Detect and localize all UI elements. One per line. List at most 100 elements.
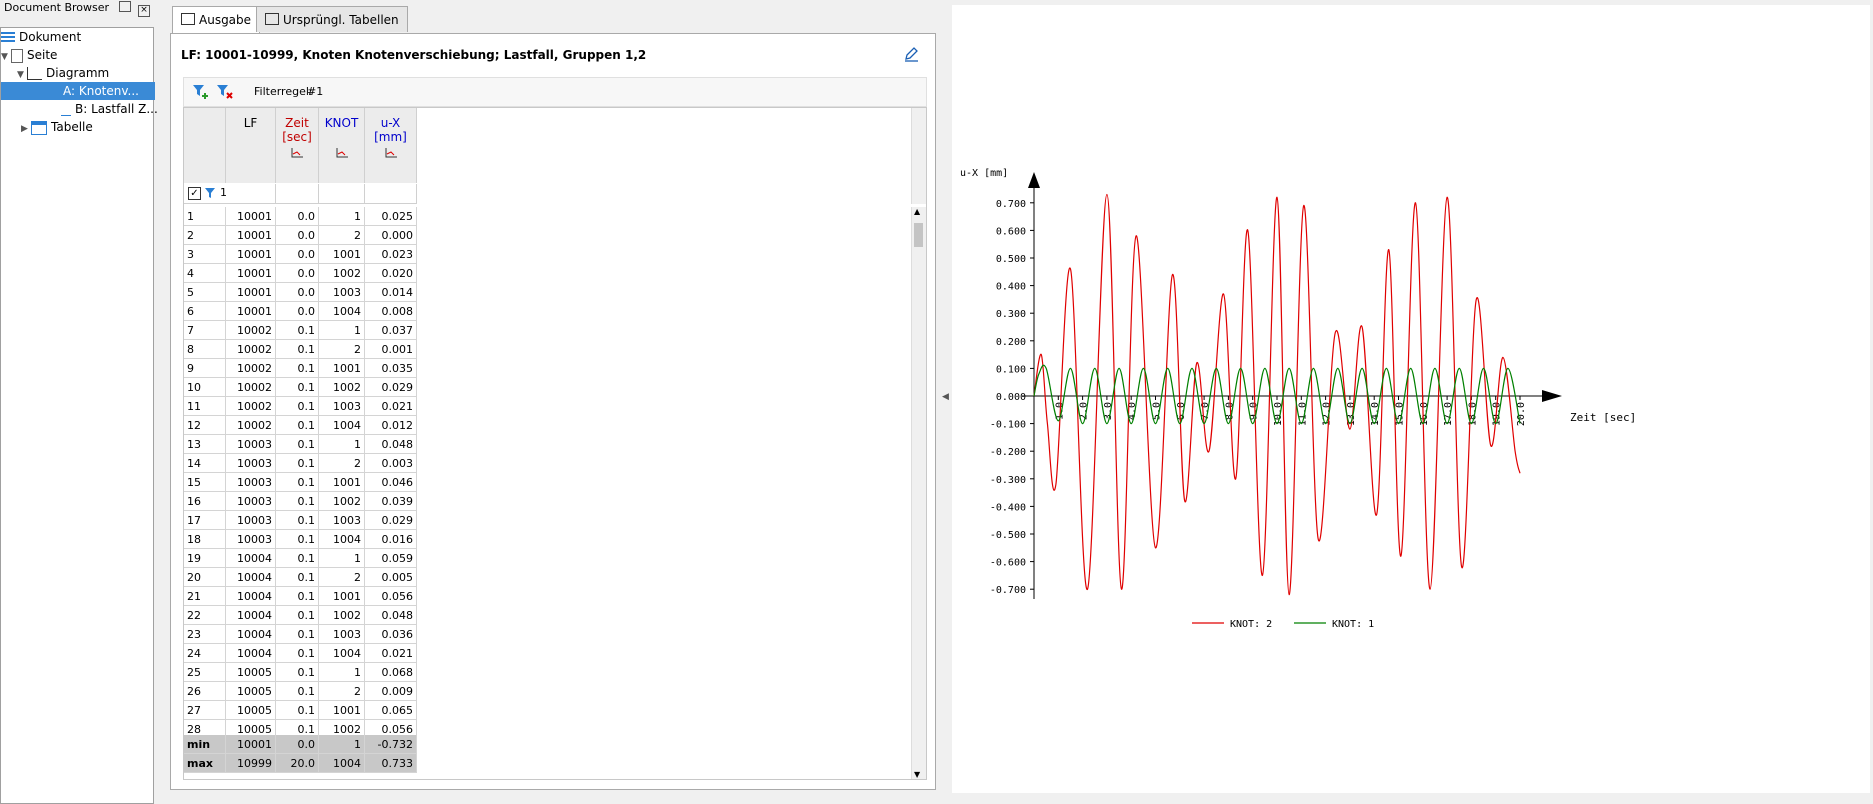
- tab-urspruengl-tabellen[interactable]: Ursprüngl. Tabellen: [256, 6, 408, 32]
- ux-cell[interactable]: 0.059: [365, 549, 417, 568]
- knot-cell[interactable]: 2: [319, 682, 365, 701]
- knot-cell[interactable]: 1004: [319, 302, 365, 321]
- zeit-cell[interactable]: 0.1: [276, 397, 319, 416]
- knot-cell[interactable]: 2: [319, 568, 365, 587]
- row-number-cell[interactable]: 12: [184, 416, 226, 435]
- row-number-cell[interactable]: 13: [184, 435, 226, 454]
- zeit-cell[interactable]: 0.0: [276, 302, 319, 321]
- column-header-zeit[interactable]: Zeit [sec]: [276, 108, 319, 183]
- knot-cell[interactable]: 2: [319, 340, 365, 359]
- row-number-cell[interactable]: 17: [184, 511, 226, 530]
- zeit-cell[interactable]: 0.1: [276, 568, 319, 587]
- ux-cell[interactable]: 0.014: [365, 283, 417, 302]
- knot-cell[interactable]: 1002: [319, 264, 365, 283]
- zeit-cell[interactable]: 0.1: [276, 454, 319, 473]
- tab-ausgabe[interactable]: Ausgabe: [172, 6, 261, 34]
- row-number-cell[interactable]: 19: [184, 549, 226, 568]
- row-number-cell[interactable]: 24: [184, 644, 226, 663]
- table-row[interactable]: 14 10003 0.1 2 0.003: [184, 454, 464, 473]
- lf-cell[interactable]: 10004: [226, 644, 276, 663]
- tree-item-tabelle[interactable]: ▶ Tabelle: [21, 118, 153, 136]
- lf-cell[interactable]: 10004: [226, 568, 276, 587]
- zeit-cell[interactable]: 0.1: [276, 511, 319, 530]
- ux-cell[interactable]: 0.005: [365, 568, 417, 587]
- knot-cell[interactable]: 1004: [319, 416, 365, 435]
- zeit-cell[interactable]: 20.0: [276, 754, 319, 773]
- knot-cell[interactable]: 1004: [319, 530, 365, 549]
- ux-cell[interactable]: 0.056: [365, 587, 417, 606]
- table-row[interactable]: 9 10002 0.1 1001 0.035: [184, 359, 464, 378]
- zeit-cell[interactable]: 0.0: [276, 735, 319, 754]
- table-row[interactable]: 8 10002 0.1 2 0.001: [184, 340, 464, 359]
- header-scrollbar[interactable]: [911, 108, 926, 204]
- row-number-cell[interactable]: 22: [184, 606, 226, 625]
- lf-cell[interactable]: 10005: [226, 701, 276, 720]
- ux-cell[interactable]: 0.020: [365, 264, 417, 283]
- table-row[interactable]: 13 10003 0.1 1 0.048: [184, 435, 464, 454]
- zeit-cell[interactable]: 0.0: [276, 283, 319, 302]
- ux-cell[interactable]: 0.021: [365, 397, 417, 416]
- chevron-down-icon[interactable]: ▼: [1, 48, 11, 66]
- axis-icon[interactable]: [335, 147, 349, 159]
- lf-cell[interactable]: 10002: [226, 416, 276, 435]
- table-row[interactable]: 4 10001 0.0 1002 0.020: [184, 264, 464, 283]
- lf-cell[interactable]: 10001: [226, 245, 276, 264]
- tree-item-lastfall[interactable]: B: Lastfall Z...: [61, 100, 158, 118]
- table-row[interactable]: 2 10001 0.0 2 0.000: [184, 226, 464, 245]
- lf-cell[interactable]: 10001: [226, 264, 276, 283]
- row-number-cell[interactable]: max: [184, 754, 226, 773]
- row-number-cell[interactable]: 20: [184, 568, 226, 587]
- zeit-cell[interactable]: 0.1: [276, 663, 319, 682]
- knot-cell[interactable]: 1002: [319, 492, 365, 511]
- knot-cell[interactable]: 1002: [319, 606, 365, 625]
- column-header-ux[interactable]: u-X [mm]: [365, 108, 417, 183]
- table-row[interactable]: 17 10003 0.1 1003 0.029: [184, 511, 464, 530]
- ux-cell[interactable]: 0.016: [365, 530, 417, 549]
- scroll-thumb[interactable]: [914, 223, 923, 247]
- knot-cell[interactable]: 1004: [319, 644, 365, 663]
- zeit-cell[interactable]: 0.1: [276, 530, 319, 549]
- zeit-cell[interactable]: 0.1: [276, 644, 319, 663]
- row-number-cell[interactable]: 25: [184, 663, 226, 682]
- lf-cell[interactable]: 10001: [226, 735, 276, 754]
- ux-cell[interactable]: 0.023: [365, 245, 417, 264]
- tree-item-knotenverschiebung[interactable]: A: Knotenv...: [1, 82, 155, 100]
- zeit-cell[interactable]: 0.1: [276, 416, 319, 435]
- ux-cell[interactable]: 0.048: [365, 435, 417, 454]
- ux-cell[interactable]: 0.035: [365, 359, 417, 378]
- knot-cell[interactable]: 2: [319, 454, 365, 473]
- row-number-cell[interactable]: 27: [184, 701, 226, 720]
- add-filter-icon[interactable]: [192, 84, 210, 100]
- ux-cell[interactable]: -0.732: [365, 735, 417, 754]
- summary-row[interactable]: min 10001 0.0 1 -0.732: [184, 735, 464, 754]
- row-number-cell[interactable]: 26: [184, 682, 226, 701]
- knot-cell[interactable]: 1004: [319, 754, 365, 773]
- ux-cell[interactable]: 0.009: [365, 682, 417, 701]
- ux-cell[interactable]: 0.733: [365, 754, 417, 773]
- lf-cell[interactable]: 10003: [226, 473, 276, 492]
- knot-cell[interactable]: 1: [319, 207, 365, 226]
- ux-cell[interactable]: 0.068: [365, 663, 417, 682]
- table-row[interactable]: 3 10001 0.0 1001 0.023: [184, 245, 464, 264]
- lf-cell[interactable]: 10003: [226, 530, 276, 549]
- ux-cell[interactable]: 0.012: [365, 416, 417, 435]
- ux-cell[interactable]: 0.029: [365, 378, 417, 397]
- ux-cell[interactable]: 0.000: [365, 226, 417, 245]
- summary-row[interactable]: max 10999 20.0 1004 0.733: [184, 754, 464, 773]
- row-number-cell[interactable]: 15: [184, 473, 226, 492]
- lf-cell[interactable]: 10002: [226, 359, 276, 378]
- zeit-cell[interactable]: 0.1: [276, 359, 319, 378]
- row-number-cell[interactable]: 14: [184, 454, 226, 473]
- row-number-cell[interactable]: 4: [184, 264, 226, 283]
- lf-cell[interactable]: 10001: [226, 226, 276, 245]
- ux-cell[interactable]: 0.037: [365, 321, 417, 340]
- filter-icon[interactable]: [204, 187, 216, 199]
- lf-cell[interactable]: 10003: [226, 492, 276, 511]
- row-number-cell[interactable]: 10: [184, 378, 226, 397]
- restore-icon[interactable]: [118, 1, 131, 12]
- zeit-cell[interactable]: 0.1: [276, 340, 319, 359]
- column-header-lf[interactable]: LF: [226, 108, 276, 183]
- lf-cell[interactable]: 10003: [226, 435, 276, 454]
- knot-cell[interactable]: 1001: [319, 587, 365, 606]
- knot-cell[interactable]: 1001: [319, 473, 365, 492]
